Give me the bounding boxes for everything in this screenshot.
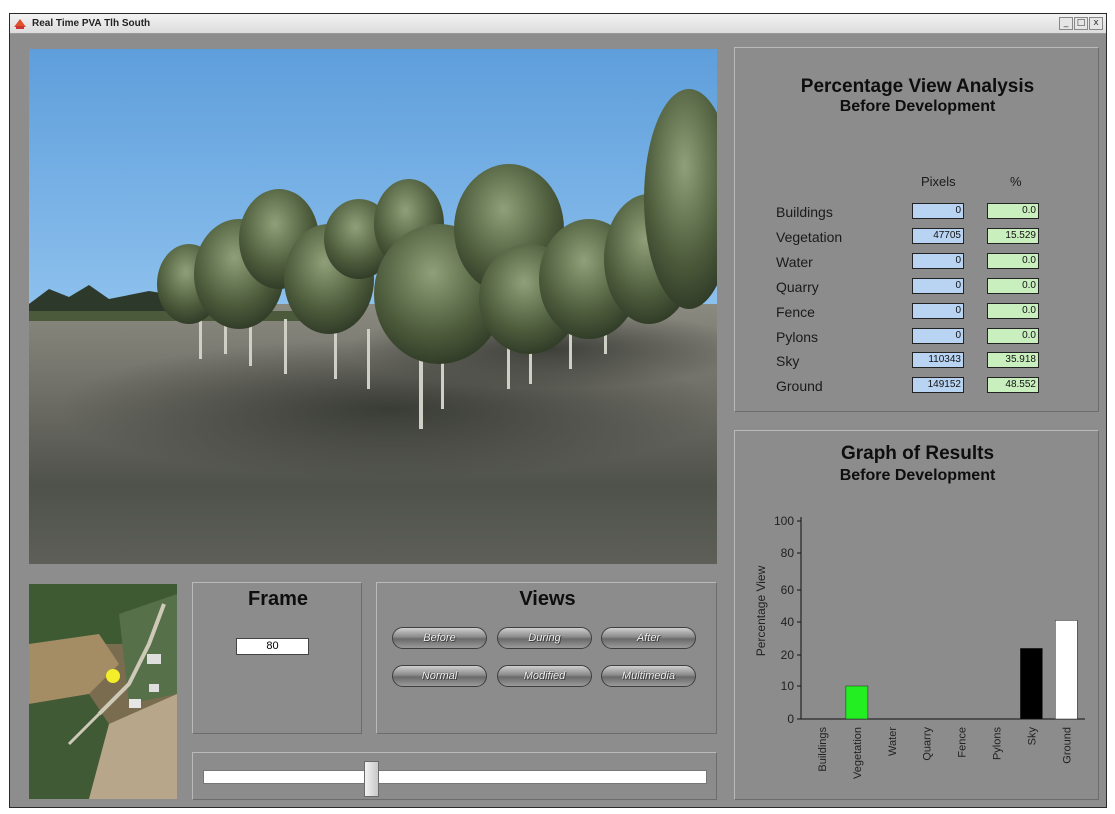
- y-tick-label: 40: [781, 615, 795, 629]
- y-tick-label: 80: [781, 546, 795, 560]
- after-button[interactable]: After: [601, 627, 696, 649]
- pva-row-pylons: Pylons 0 0.0: [735, 327, 1098, 348]
- x-tick-label: Water: [887, 727, 899, 756]
- multimedia-button[interactable]: Multimedia: [601, 665, 696, 687]
- pixels-value-field: 110343: [912, 352, 964, 369]
- percent-value-field: 0.0: [987, 252, 1039, 269]
- timeline-slider-thumb[interactable]: [364, 761, 380, 797]
- y-tick-label: 60: [781, 583, 795, 597]
- views-title: Views: [519, 588, 576, 610]
- percent-value-field: 0.0: [987, 327, 1039, 344]
- close-button[interactable]: x: [1089, 17, 1103, 30]
- y-tick-label: 10: [781, 679, 795, 693]
- pva-row-label: Fence: [776, 303, 815, 320]
- restore-button[interactable]: □: [1074, 17, 1088, 30]
- minimize-button[interactable]: _: [1059, 17, 1073, 30]
- percent-value-field: 48.552: [987, 377, 1039, 394]
- pixels-value-field: 0: [912, 252, 964, 269]
- pixels-value-field: 0: [912, 203, 964, 219]
- x-tick-label: Quarry: [922, 727, 934, 761]
- pva-row-fence: Fence 0 0.0: [735, 302, 1098, 323]
- pva-row-label: Ground: [776, 378, 823, 395]
- pva-row-label: Sky: [776, 353, 800, 370]
- pva-row-label: Quarry: [776, 278, 819, 295]
- x-tick-label: Vegetation: [852, 727, 864, 779]
- y-tick-label: 20: [781, 648, 795, 662]
- x-tick-label: Sky: [1026, 727, 1038, 746]
- overview-map[interactable]: [29, 584, 177, 799]
- pva-row-label: Buildings: [776, 204, 833, 220]
- app-icon: [14, 19, 26, 29]
- percent-value-field: 0.0: [987, 302, 1039, 319]
- frame-title: Frame: [247, 588, 309, 610]
- pixels-value-field: 0: [912, 327, 964, 344]
- app-window: Real Time PVA Tlh South _ □ x Frame 80 V…: [9, 13, 1107, 808]
- pva-row-ground: Ground 149152 48.552: [735, 377, 1098, 397]
- percentage-view-analysis-panel: Percentage View Analysis Before Developm…: [734, 47, 1099, 412]
- x-tick-label: Fence: [957, 727, 969, 758]
- x-tick-label: Buildings: [817, 727, 829, 772]
- pixels-column-header: Pixels: [921, 174, 956, 189]
- scene-viewport[interactable]: [29, 49, 717, 564]
- pva-subtitle: Before Development: [839, 98, 996, 115]
- bar-vegetation: [845, 685, 869, 720]
- graph-of-results-panel: Graph of Results Before Development 0 10 2…: [734, 430, 1099, 800]
- pixels-value-field: 0: [912, 277, 964, 294]
- timeline-slider-track[interactable]: [203, 770, 707, 784]
- aerial-map-image: [29, 584, 177, 799]
- scene-render: [29, 49, 717, 564]
- y-axis-label: Percentage View: [754, 565, 768, 656]
- pva-row-sky: Sky 110343 35.918: [735, 352, 1098, 372]
- title-bar: Real Time PVA Tlh South _ □ x: [10, 14, 1106, 34]
- during-button[interactable]: During: [497, 627, 592, 649]
- bar-ground: [1055, 620, 1078, 720]
- frame-number-field[interactable]: 80: [236, 638, 309, 655]
- window-title: Real Time PVA Tlh South: [32, 18, 151, 29]
- y-tick-label: 0: [787, 712, 794, 726]
- percent-value-field: 35.918: [987, 352, 1039, 369]
- bar-sky: [1020, 648, 1043, 720]
- pixels-value-field: 0: [912, 302, 964, 319]
- percent-value-field: 0.0: [987, 277, 1039, 294]
- frame-panel: Frame 80: [192, 582, 362, 734]
- views-panel: Views Before During After Normal Modifie…: [376, 582, 717, 734]
- x-tick-label: Ground: [1061, 727, 1073, 764]
- pva-row-label: Pylons: [776, 328, 819, 345]
- pva-row-vegetation: Vegetation 47705 15.529: [735, 227, 1098, 248]
- percent-column-header: %: [1010, 174, 1022, 189]
- x-tick-label: Pylons: [992, 727, 1004, 761]
- results-bar-chart: 0 10 20 40 60 80 100 Percentage View Buildings Ve…: [754, 514, 1085, 779]
- pva-row-buildings: Buildings 0 0.0: [735, 203, 1098, 223]
- y-tick-label: 100: [774, 514, 794, 528]
- percent-value-field: 15.529: [987, 227, 1039, 244]
- pva-title: Percentage View Analysis: [800, 76, 1035, 97]
- map-position-marker: [106, 669, 120, 683]
- before-button[interactable]: Before: [392, 627, 487, 649]
- pva-row-water: Water 0 0.0: [735, 252, 1098, 273]
- normal-button[interactable]: Normal: [392, 665, 487, 687]
- timeline-slider-panel: [192, 752, 717, 800]
- pva-row-label: Water: [776, 253, 813, 270]
- percent-value-field: 0.0: [987, 203, 1039, 219]
- modified-button[interactable]: Modified: [497, 665, 592, 687]
- pixels-value-field: 149152: [912, 377, 964, 394]
- pva-row-label: Vegetation: [776, 228, 843, 245]
- pva-row-quarry: Quarry 0 0.0: [735, 277, 1098, 298]
- pixels-value-field: 47705: [912, 227, 964, 244]
